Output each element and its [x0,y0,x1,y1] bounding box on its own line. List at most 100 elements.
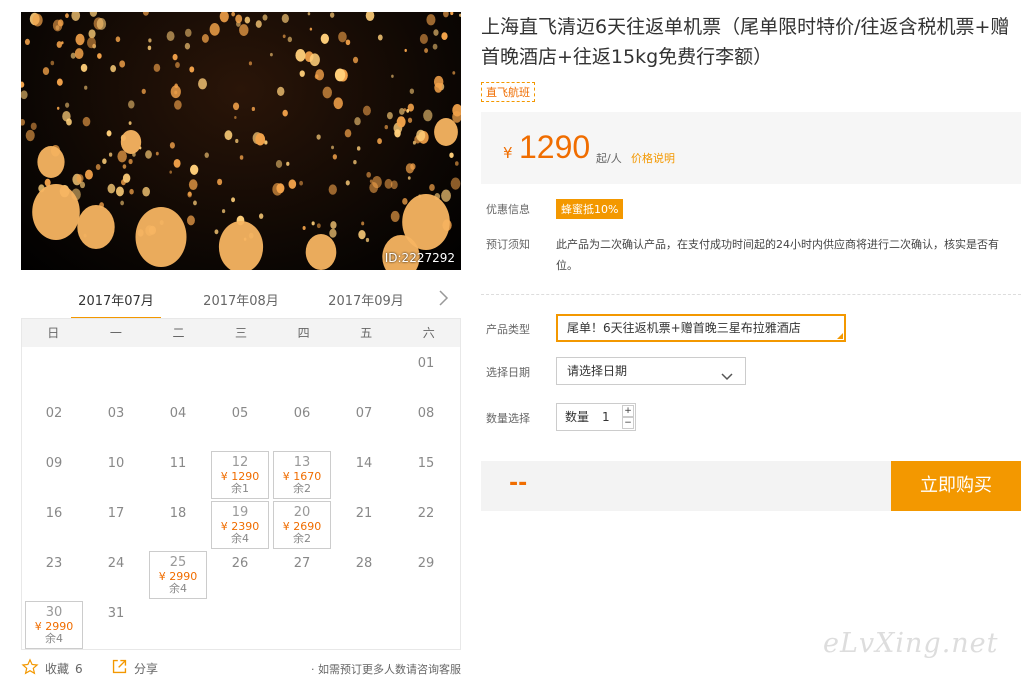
date-select[interactable]: 请选择日期 [556,357,746,385]
day-number: 17 [107,506,125,521]
day-number: 08 [417,406,435,421]
currency-symbol: ¥ [503,144,513,162]
day-number: 20 [293,505,311,520]
calendar-day-23: 23 [25,551,83,599]
day-remaining: 余4 [45,632,63,645]
day-number: 28 [355,556,373,571]
calendar-weekdays: 日 一 二 三 四 五 六 [22,319,460,347]
day-number: 12 [231,455,249,470]
price-box: ¥ 1290 起/人 价格说明 [481,112,1021,184]
share-button[interactable]: 分享 [111,658,158,678]
calendar-day-9: 09 [25,451,83,499]
calendar-day-19[interactable]: 19 ¥ 2390 余4 [211,501,269,549]
calendar-day-13[interactable]: 13 ¥ 1670 余2 [273,451,331,499]
product-type-option[interactable]: 尾单！6天往返机票+赠首晚三星布拉雅酒店 [556,314,846,342]
calendar-day-22: 22 [397,501,455,549]
day-number: 24 [107,556,125,571]
action-bar: 收藏 6 分享 · 如需预订更多人数请咨询客服 [21,658,461,680]
calendar-day-15: 15 [397,451,455,499]
calendar-day-6: 06 [273,401,331,449]
day-remaining: 余2 [293,482,311,495]
day-remaining: 余1 [231,482,249,495]
product-title: 上海直飞清迈6天往返单机票（尾单限时特价/往返含税机票+赠首晚酒店+往返15kg… [481,16,1010,68]
weekday-fri: 五 [360,326,373,340]
calendar-day-24: 24 [87,551,145,599]
weekday-sun: 日 [47,326,60,340]
calendar-day-2: 02 [25,401,83,449]
day-remaining: 余2 [293,532,311,545]
day-number: 05 [231,406,249,421]
favorite-count: 6 [75,661,83,676]
day-number: 26 [231,556,249,571]
day-number: 09 [45,456,63,471]
product-id: ID:2227292 [384,251,455,265]
day-number: 31 [107,606,125,621]
quantity-stepper: 数量 1 + − [556,403,636,431]
quantity-plus-button[interactable]: + [622,405,634,417]
calendar-day-12[interactable]: 12 ¥ 1290 余1 [211,451,269,499]
price-explain-link[interactable]: 价格说明 [631,150,675,166]
buy-now-button[interactable]: 立即购买 [891,461,1021,511]
calendar-day-5: 05 [211,401,269,449]
calendar-day-10: 10 [87,451,145,499]
weekday-tue: 二 [172,326,185,340]
watermark: eLvXing.net [823,628,999,659]
chevron-down-icon [721,365,733,391]
calendar-day-29: 29 [397,551,455,599]
calendar-day-7: 07 [335,401,393,449]
discount-badge: 蜂蜜抵10% [556,199,624,219]
day-number: 30 [45,605,63,620]
day-number: 03 [107,406,125,421]
notice-label: 预订须知 [486,238,530,251]
product-image: ID:2227292 [21,12,461,270]
day-number: 14 [355,456,373,471]
tab-month-2[interactable]: 2017年08月 [196,290,286,320]
day-number: 22 [417,506,435,521]
calendar-day-1: 01 [397,351,455,399]
price-amount: 1290 [519,129,591,165]
calendar-day-30[interactable]: 30 ¥ 2990 余4 [25,601,83,649]
calendar-day-18: 18 [149,501,207,549]
tab-month-1[interactable]: 2017年07月 [71,290,161,320]
quantity-label: 数量选择 [486,412,530,425]
calendar-day-11: 11 [149,451,207,499]
tab-month-3[interactable]: 2017年09月 [321,290,411,320]
day-number: 13 [293,455,311,470]
calendar-day-17: 17 [87,501,145,549]
date-select-value: 请选择日期 [567,364,628,378]
quantity-minus-button[interactable]: − [622,417,634,429]
calendar-day-20[interactable]: 20 ¥ 2690 余2 [273,501,331,549]
more-people-note: · 如需预订更多人数请咨询客服 [311,663,461,676]
day-remaining: 余4 [169,582,187,595]
calendar-month-tabs: 2017年07月 2017年08月 2017年09月 [21,286,461,320]
day-number: 27 [293,556,311,571]
calendar-day-3: 03 [87,401,145,449]
calendar-day-25[interactable]: 25 ¥ 2990 余4 [149,551,207,599]
favorite-label: 收藏 [45,662,70,676]
weekday-thu: 四 [297,326,310,340]
weekday-mon: 一 [109,326,122,340]
day-number: 10 [107,456,125,471]
discount-label: 优惠信息 [486,203,530,216]
notice-text: 此产品为二次确认产品，在支付成功时间起的24小时内供应商将进行二次确认，核实是否… [556,238,999,272]
product-type-label: 产品类型 [486,323,530,336]
day-number: 07 [355,406,373,421]
day-number: 06 [293,406,311,421]
favorite-button[interactable]: 收藏 6 [21,658,83,679]
day-number: 15 [417,456,435,471]
day-number: 25 [169,555,187,570]
weekday-sat: 六 [422,326,435,340]
day-number: 02 [45,406,63,421]
price-unit: 起/人 [596,152,622,165]
calendar-day-8: 08 [397,401,455,449]
weekday-wed: 三 [235,326,248,340]
share-label: 分享 [134,661,159,676]
calendar-day-28: 28 [335,551,393,599]
day-number: 18 [169,506,187,521]
calendar-day-31: 31 [87,601,145,649]
calendar-day-27: 27 [273,551,331,599]
chevron-right-icon[interactable] [437,288,453,308]
lantern-photo [21,12,461,270]
quantity-value[interactable]: 1 [602,404,610,430]
quantity-inner-label: 数量 [565,410,590,424]
